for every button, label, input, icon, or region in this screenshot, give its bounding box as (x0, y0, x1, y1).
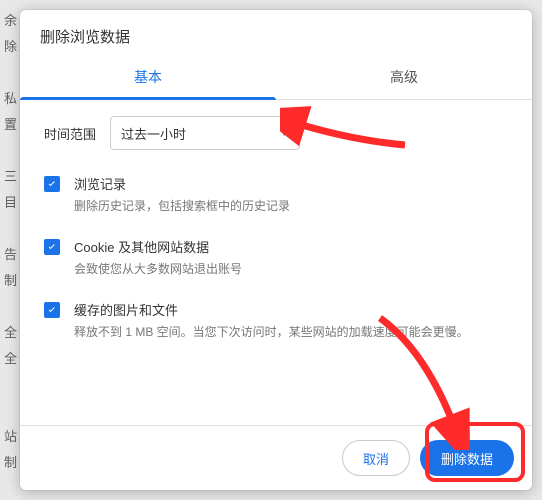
option-title: 缓存的图片和文件 (74, 300, 469, 319)
checkbox[interactable] (44, 176, 60, 192)
tab-advanced[interactable]: 高级 (276, 57, 532, 99)
checkbox[interactable] (44, 239, 60, 255)
dialog-title: 删除浏览数据 (20, 10, 532, 57)
option-row: 浏览记录删除历史记录，包括搜索框中的历史记录 (44, 174, 508, 215)
dialog-body: 时间范围 过去一小时 ▼ 浏览记录删除历史记录，包括搜索框中的历史记录 Cooki… (20, 100, 532, 425)
option-row: Cookie 及其他网站数据会致使您从大多数网站退出账号 (44, 237, 508, 278)
option-text: 缓存的图片和文件释放不到 1 MB 空间。当您下次访问时，某些网站的加载速度可能… (74, 300, 469, 341)
dialog-footer: 取消 删除数据 (20, 425, 532, 490)
checkbox[interactable] (44, 302, 60, 318)
option-row: 缓存的图片和文件释放不到 1 MB 空间。当您下次访问时，某些网站的加载速度可能… (44, 300, 508, 341)
option-desc: 会致使您从大多数网站退出账号 (74, 260, 242, 278)
time-range-value: 过去一小时 (121, 124, 186, 143)
option-desc: 删除历史记录，包括搜索框中的历史记录 (74, 197, 290, 215)
option-title: 浏览记录 (74, 174, 290, 193)
time-range-select[interactable]: 过去一小时 ▼ (110, 116, 300, 150)
cancel-button[interactable]: 取消 (342, 440, 410, 476)
confirm-button[interactable]: 删除数据 (420, 440, 514, 476)
clear-browsing-data-dialog: 删除浏览数据 基本 高级 时间范围 过去一小时 ▼ 浏览记录删除历史记录，包括搜… (20, 10, 532, 490)
time-range-row: 时间范围 过去一小时 ▼ (44, 116, 508, 150)
option-text: Cookie 及其他网站数据会致使您从大多数网站退出账号 (74, 237, 242, 278)
tab-basic[interactable]: 基本 (20, 57, 276, 99)
option-desc: 释放不到 1 MB 空间。当您下次访问时，某些网站的加载速度可能会更慢。 (74, 323, 469, 341)
time-range-label: 时间范围 (44, 124, 96, 143)
background-text: 余除 私置 三目 告制 全全 站制 (4, 8, 17, 476)
tabs: 基本 高级 (20, 57, 532, 100)
check-icon (46, 304, 58, 316)
option-text: 浏览记录删除历史记录，包括搜索框中的历史记录 (74, 174, 290, 215)
check-icon (46, 178, 58, 190)
chevron-down-icon: ▼ (279, 128, 289, 139)
option-title: Cookie 及其他网站数据 (74, 237, 242, 256)
check-icon (46, 241, 58, 253)
